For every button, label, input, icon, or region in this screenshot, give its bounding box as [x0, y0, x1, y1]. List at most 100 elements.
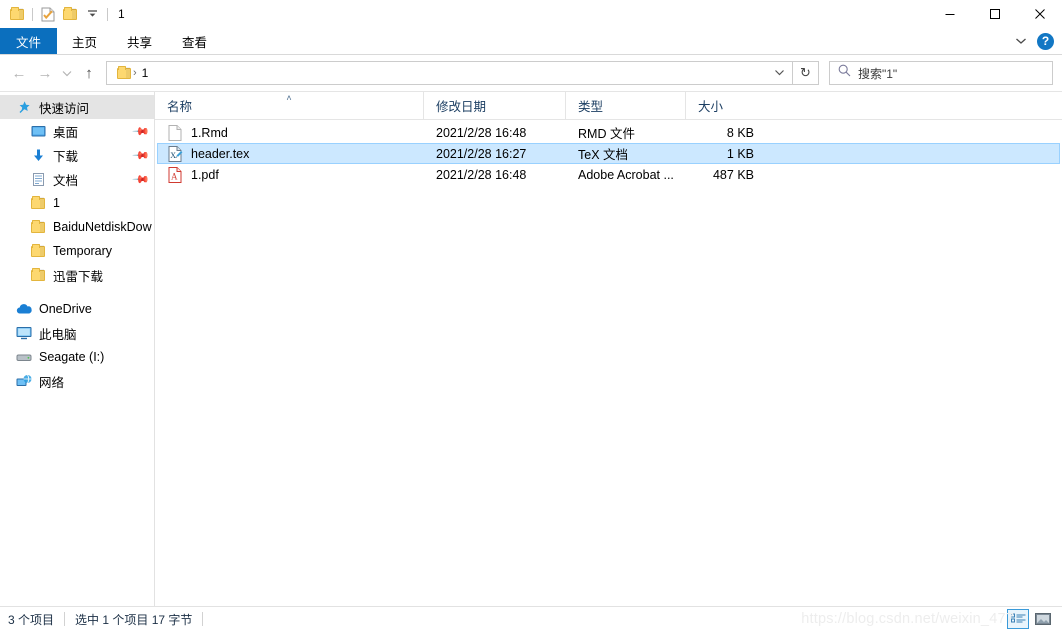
file-type-cell: RMD 文件	[578, 127, 635, 141]
status-divider	[64, 612, 66, 626]
address-dropdown-chevron-down-icon[interactable]	[768, 68, 790, 79]
close-button[interactable]	[1017, 0, 1062, 28]
title-bar: 1	[0, 0, 1062, 28]
desktop-icon	[30, 123, 46, 139]
large-icons-view-button[interactable]	[1032, 609, 1054, 629]
cloud-icon	[16, 301, 32, 317]
minimize-button[interactable]	[927, 0, 972, 28]
blank-document-icon	[168, 124, 184, 141]
forward-button[interactable]: →	[32, 60, 58, 86]
sidebar-item-label: Temporary	[53, 244, 113, 258]
file-date-cell: 2021/2/28 16:27	[436, 146, 527, 161]
tab-view[interactable]: 查看	[167, 28, 222, 54]
sidebar-item-label: 迅雷下载	[53, 269, 104, 284]
breadcrumb-separator: ›	[133, 67, 137, 79]
tab-file[interactable]: 文件	[0, 28, 58, 54]
sidebar-item-label: 桌面	[53, 125, 79, 140]
refresh-button[interactable]: ↻	[793, 61, 819, 85]
sidebar-item-label: 下载	[53, 149, 79, 164]
sidebar-item-thunder-downloads[interactable]: 迅雷下载	[0, 263, 154, 287]
tex-document-icon: X	[168, 145, 184, 162]
search-box[interactable]: 搜索"1"	[829, 61, 1053, 85]
ribbon-right-controls: ?	[1011, 28, 1062, 54]
maximize-button[interactable]	[972, 0, 1017, 28]
breadcrumb-current[interactable]: 1	[139, 66, 152, 80]
folder-icon	[30, 195, 46, 211]
table-row[interactable]: A 1.pdf 2021/2/28 16:48 Adobe Acrobat ..…	[157, 164, 1060, 185]
pin-icon[interactable]: 📌	[132, 170, 151, 188]
search-placeholder: 搜索"1"	[858, 66, 898, 81]
breadcrumb-folder-icon	[117, 65, 131, 79]
help-button[interactable]: ?	[1037, 32, 1054, 50]
address-path-box[interactable]: › 1	[106, 61, 793, 85]
this-pc-icon	[16, 325, 32, 341]
folder-icon	[30, 219, 46, 235]
column-header-type[interactable]: 类型	[565, 92, 685, 119]
file-name: 1.pdf	[191, 167, 219, 182]
network-icon	[16, 373, 32, 389]
pin-icon[interactable]: 📌	[132, 146, 151, 164]
pdf-document-icon: A	[168, 166, 184, 183]
column-header-name[interactable]: ˄ 名称	[155, 92, 423, 119]
item-count-label: 3 个项目	[8, 612, 55, 627]
sidebar-item-documents[interactable]: 文档 📌	[0, 167, 154, 191]
quick-access-chevron-down-icon[interactable]	[81, 3, 103, 25]
file-type-cell: Adobe Acrobat ...	[578, 167, 674, 182]
address-bar: ← → ↑ › 1 ↻ 搜索"1"	[0, 55, 1062, 91]
navigation-pane: 快速访问 桌面 📌 下载 📌 文档 📌 1 BaiduNetdiskDow Te…	[0, 92, 155, 606]
sidebar-item-temporary[interactable]: Temporary	[0, 239, 154, 263]
folder-icon	[30, 267, 46, 283]
properties-check-icon[interactable]	[37, 3, 59, 25]
pin-icon[interactable]: 📌	[132, 122, 151, 140]
file-explorer-window: 1 文件 主页 共享 查看 ? ← → ↑ › 1 ↻ 搜索"1" 快速访问 桌…	[0, 0, 1062, 631]
file-name: 1.Rmd	[191, 125, 228, 140]
file-size-cell: 8 KB	[726, 125, 754, 140]
column-label: 大小	[698, 100, 724, 114]
back-button[interactable]: ←	[6, 60, 32, 86]
sidebar-item-this-pc[interactable]: 此电脑	[0, 321, 154, 345]
details-view-button[interactable]	[1007, 609, 1029, 629]
column-label: 名称	[167, 100, 193, 114]
expand-ribbon-chevron-down-icon[interactable]	[1011, 37, 1031, 45]
table-row[interactable]: X header.tex 2021/2/28 16:27 TeX 文档 1 KB	[157, 143, 1060, 164]
column-header-date-modified[interactable]: 修改日期	[423, 92, 565, 119]
file-name-cell: 1.Rmd	[158, 124, 424, 141]
status-divider	[202, 612, 204, 626]
column-header-row: ˄ 名称 修改日期 类型 大小	[155, 92, 1062, 120]
svg-text:X: X	[170, 151, 176, 160]
star-pin-icon	[16, 99, 32, 115]
file-size-cell: 487 KB	[712, 167, 754, 182]
sort-ascending-icon: ˄	[286, 93, 292, 103]
file-name: header.tex	[191, 146, 250, 161]
tab-home[interactable]: 主页	[57, 28, 112, 54]
sidebar-item-label: OneDrive	[39, 302, 92, 316]
file-date-cell: 2021/2/28 16:48	[436, 125, 527, 140]
search-icon	[838, 64, 851, 82]
sidebar-item-quick-access[interactable]: 快速访问	[0, 95, 154, 119]
sidebar-item-baidunetdisk[interactable]: BaiduNetdiskDow	[0, 215, 154, 239]
selection-info-label: 选中 1 个项目 17 字节	[75, 612, 193, 627]
system-menu-folder-icon[interactable]	[6, 3, 28, 25]
file-name-cell: X header.tex	[158, 145, 424, 162]
table-row[interactable]: 1.Rmd 2021/2/28 16:48 RMD 文件 8 KB	[157, 122, 1060, 143]
up-button[interactable]: ↑	[76, 60, 102, 86]
sidebar-item-label: 快速访问	[39, 101, 90, 116]
window-controls	[927, 0, 1062, 28]
sidebar-item-network[interactable]: 网络	[0, 369, 154, 393]
title-divider	[107, 7, 108, 21]
file-date-cell: 2021/2/28 16:48	[436, 167, 527, 182]
tab-share[interactable]: 共享	[112, 28, 167, 54]
drive-icon	[16, 349, 32, 365]
folder-icon	[30, 243, 46, 259]
quick-access-toolbar	[6, 3, 112, 25]
download-icon	[30, 147, 46, 163]
sidebar-item-seagate-drive[interactable]: Seagate (I:)	[0, 345, 154, 369]
recent-locations-button[interactable]	[58, 60, 76, 86]
new-folder-icon[interactable]	[59, 3, 81, 25]
sidebar-item-downloads[interactable]: 下载 📌	[0, 143, 154, 167]
sidebar-item-folder-1[interactable]: 1	[0, 191, 154, 215]
sidebar-item-desktop[interactable]: 桌面 📌	[0, 119, 154, 143]
sidebar-item-onedrive[interactable]: OneDrive	[0, 297, 154, 321]
column-header-size[interactable]: 大小	[685, 92, 767, 119]
